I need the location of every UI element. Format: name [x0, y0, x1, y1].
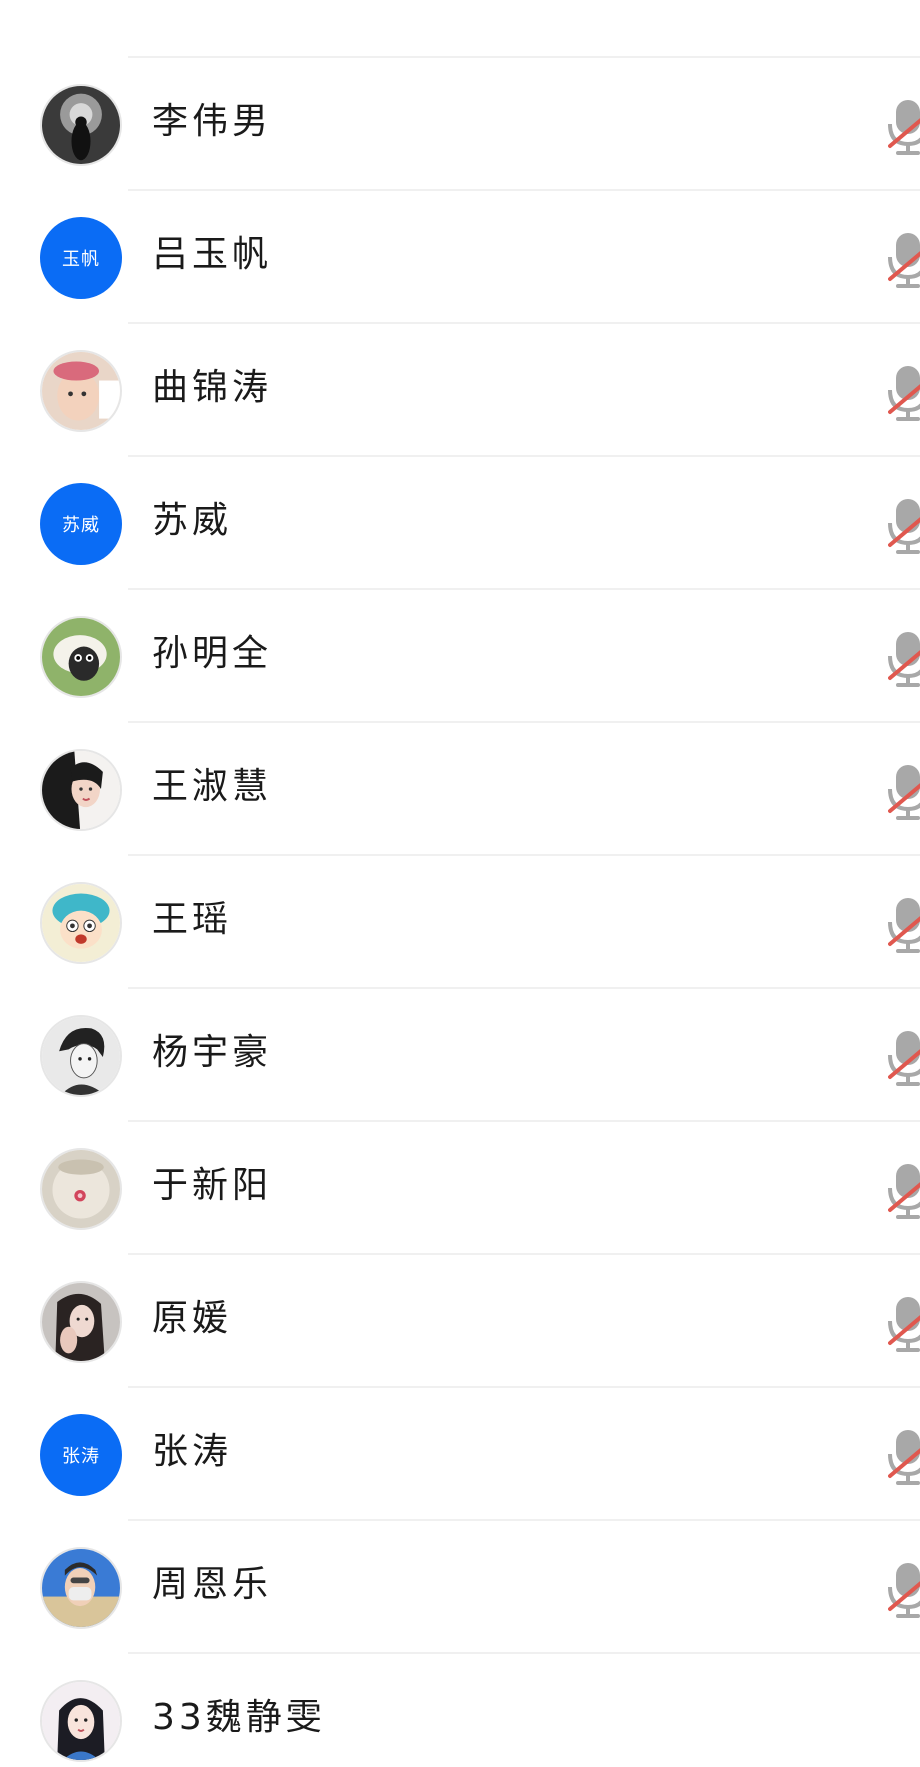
participant-row[interactable]: 李伟男	[0, 58, 920, 191]
avatar-initials: 张涛	[40, 1414, 122, 1496]
child-photo-avatar	[40, 350, 122, 432]
muted-mic-icon[interactable]	[888, 1561, 920, 1619]
participant-name: 吕玉帆	[152, 234, 273, 275]
participant-name: 孙明全	[152, 633, 273, 674]
participant-row[interactable]: 原媛	[0, 1255, 920, 1388]
cup-photo-avatar	[40, 1148, 122, 1230]
avatar-initials-text: 张涛	[62, 1446, 100, 1467]
muted-mic-icon[interactable]	[888, 630, 920, 688]
muted-mic-icon[interactable]	[888, 763, 920, 821]
avatar-initials: 苏威	[40, 483, 122, 565]
muted-mic-icon[interactable]	[888, 1029, 920, 1087]
princess-avatar	[40, 1680, 122, 1762]
participant-row[interactable]: 周恩乐	[0, 1521, 920, 1654]
participant-row[interactable]: 于新阳	[0, 1122, 920, 1255]
muted-mic-icon[interactable]	[888, 98, 920, 156]
participant-name: 苏威	[152, 500, 233, 541]
participant-name: 张涛	[152, 1431, 233, 1472]
cartoon-girl-avatar	[40, 882, 122, 964]
participant-row[interactable]: 张涛 张涛	[0, 1388, 920, 1521]
avatar-initials-text: 苏威	[62, 515, 100, 536]
participant-row[interactable]: 王瑶	[0, 856, 920, 989]
participant-name: 杨宇豪	[152, 1032, 273, 1073]
muted-mic-icon[interactable]	[888, 1162, 920, 1220]
participant-name: 周恩乐	[152, 1564, 273, 1605]
avatar-initials-text: 玉帆	[62, 249, 100, 270]
participant-name: 王瑶	[152, 899, 233, 940]
participant-row[interactable]: 苏威 苏威	[0, 457, 920, 590]
participant-row[interactable]: 杨宇豪	[0, 989, 920, 1122]
muted-mic-icon[interactable]	[888, 896, 920, 954]
muted-mic-icon[interactable]	[888, 231, 920, 289]
masked-man-avatar	[40, 1547, 122, 1629]
muted-mic-icon[interactable]	[888, 1295, 920, 1353]
participant-name: 原媛	[152, 1298, 233, 1339]
muted-mic-icon[interactable]	[888, 1428, 920, 1486]
anime-boy-avatar	[40, 1015, 122, 1097]
participant-row[interactable]: 玉帆 吕玉帆	[0, 191, 920, 324]
participant-row[interactable]: 曲锦涛	[0, 324, 920, 457]
woman-photo-avatar	[40, 749, 122, 831]
girl-photo-avatar	[40, 1281, 122, 1363]
muted-mic-icon[interactable]	[888, 497, 920, 555]
participant-name: 王淑慧	[152, 766, 273, 807]
participant-row[interactable]: 孙明全	[0, 590, 920, 723]
participant-name: 李伟男	[152, 101, 273, 142]
avatar-initials: 玉帆	[40, 217, 122, 299]
participant-row[interactable]: 王淑慧	[0, 723, 920, 856]
participant-name: 33魏静雯	[152, 1697, 326, 1738]
participant-list-screen: 李伟男玉帆 吕玉帆曲锦涛苏威 苏威孙明全王淑慧王瑶杨宇豪于新阳原媛张涛 张涛周恩乐 33…	[0, 0, 920, 1767]
participant-row[interactable]: 33魏静雯	[0, 1654, 920, 1767]
silhouette-avatar	[40, 84, 122, 166]
participant-name: 于新阳	[152, 1165, 273, 1206]
sheep-cartoon-avatar	[40, 616, 122, 698]
muted-mic-icon[interactable]	[888, 364, 920, 422]
participant-list: 李伟男玉帆 吕玉帆曲锦涛苏威 苏威孙明全王淑慧王瑶杨宇豪于新阳原媛张涛 张涛周恩乐 33…	[0, 58, 920, 1767]
participant-name: 曲锦涛	[152, 367, 273, 408]
